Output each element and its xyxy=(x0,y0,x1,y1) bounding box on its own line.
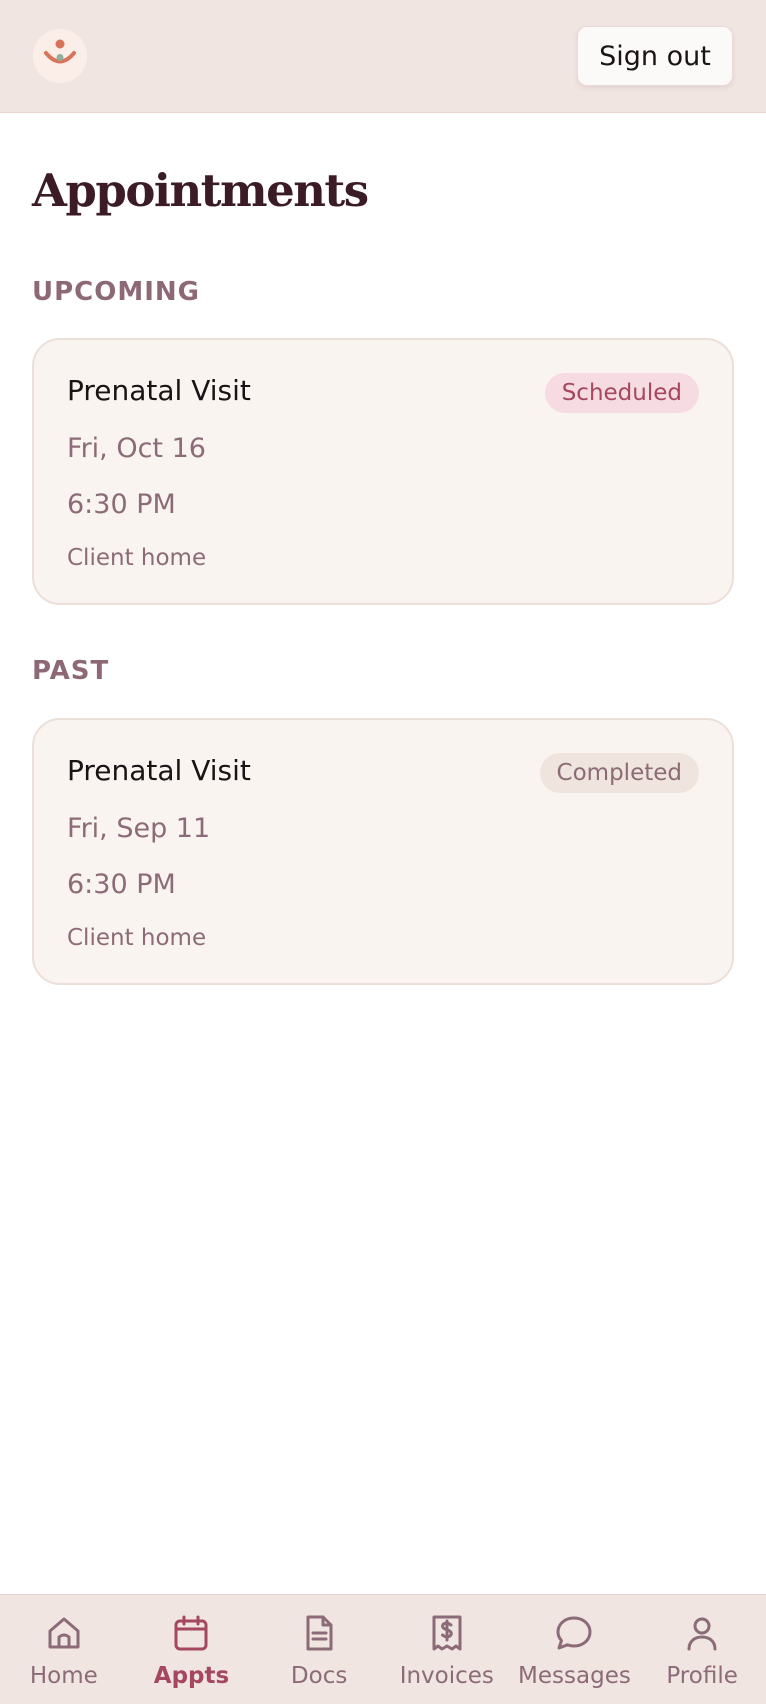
nav-item-profile[interactable]: Profile xyxy=(638,1595,766,1704)
receipt-icon xyxy=(427,1613,467,1653)
status-badge: Scheduled xyxy=(544,373,699,413)
nav-item-home[interactable]: Home xyxy=(0,1595,128,1704)
calendar-icon xyxy=(171,1613,211,1653)
nav-label: Docs xyxy=(290,1663,348,1689)
appointment-title: Prenatal Visit xyxy=(67,374,251,407)
nav-label: Profile xyxy=(666,1663,738,1689)
home-icon xyxy=(44,1613,84,1653)
sign-out-button[interactable]: Sign out xyxy=(577,26,733,86)
appointment-time: 6:30 PM xyxy=(67,869,176,900)
chat-bubble-icon xyxy=(554,1613,594,1653)
appointment-date: Fri, Oct 16 xyxy=(67,433,206,464)
nav-label: Appts xyxy=(153,1663,230,1689)
nav-item-invoices[interactable]: Invoices xyxy=(383,1595,511,1704)
app-logo[interactable] xyxy=(33,29,87,83)
nav-item-appts[interactable]: Appts xyxy=(128,1595,256,1704)
appointment-time: 6:30 PM xyxy=(67,489,176,520)
appointment-title: Prenatal Visit xyxy=(67,754,251,787)
appointment-card-past[interactable]: Prenatal Visit Completed Fri, Sep 11 6:3… xyxy=(32,718,734,985)
nav-label: Home xyxy=(29,1663,98,1689)
appointment-date: Fri, Sep 11 xyxy=(67,813,211,844)
nav-item-docs[interactable]: Docs xyxy=(255,1595,383,1704)
appointments-screen: Sign out Appointments UPCOMING Prenatal … xyxy=(0,0,766,1704)
person-icon xyxy=(682,1613,722,1653)
appointment-location: Client home xyxy=(67,925,207,951)
nav-item-messages[interactable]: Messages xyxy=(511,1595,639,1704)
section-label-upcoming: UPCOMING xyxy=(32,277,200,307)
page-title: Appointments xyxy=(32,164,369,217)
section-label-past: PAST xyxy=(32,656,110,686)
document-icon xyxy=(299,1613,339,1653)
appointment-card-upcoming[interactable]: Prenatal Visit Scheduled Fri, Oct 16 6:3… xyxy=(32,338,734,605)
nav-label: Invoices xyxy=(399,1663,494,1689)
appointment-location: Client home xyxy=(67,545,207,571)
status-badge: Completed xyxy=(539,753,699,793)
bottom-navigation: Home Appts Docs Invoices Messages Profil… xyxy=(0,1594,766,1704)
nav-label: Messages xyxy=(518,1663,631,1689)
top-header: Sign out xyxy=(0,0,766,113)
logo-icon xyxy=(33,29,87,83)
